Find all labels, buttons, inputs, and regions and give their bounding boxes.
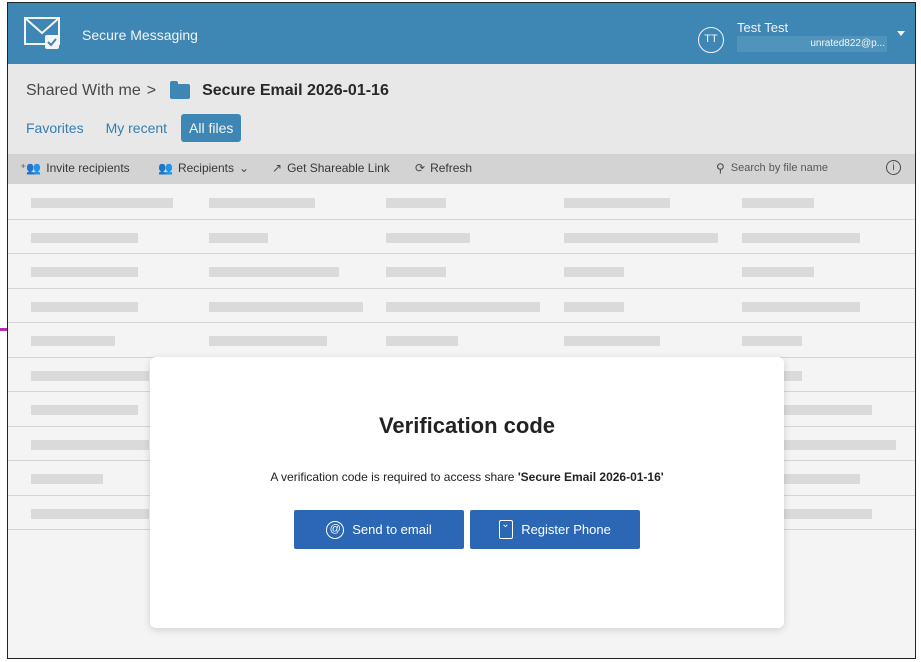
register-phone-button[interactable]: Register Phone: [470, 510, 640, 549]
dialog-message: A verification code is required to acces…: [150, 470, 784, 484]
send-to-email-button[interactable]: @ Send to email: [294, 510, 464, 549]
dialog-share-name: 'Secure Email 2026-01-16': [517, 470, 664, 484]
send-to-email-label: Send to email: [352, 522, 432, 537]
verification-dialog: Verification code A verification code is…: [150, 357, 784, 628]
app-window: Secure Messaging TT Test Test unrated822…: [7, 2, 916, 659]
dialog-title: Verification code: [378, 413, 556, 438]
dialog-message-text: A verification code is required to acces…: [270, 470, 518, 484]
side-marker: [0, 328, 7, 331]
at-sign-icon: @: [326, 520, 345, 539]
register-phone-label: Register Phone: [521, 522, 611, 537]
phone-icon: [499, 519, 514, 539]
